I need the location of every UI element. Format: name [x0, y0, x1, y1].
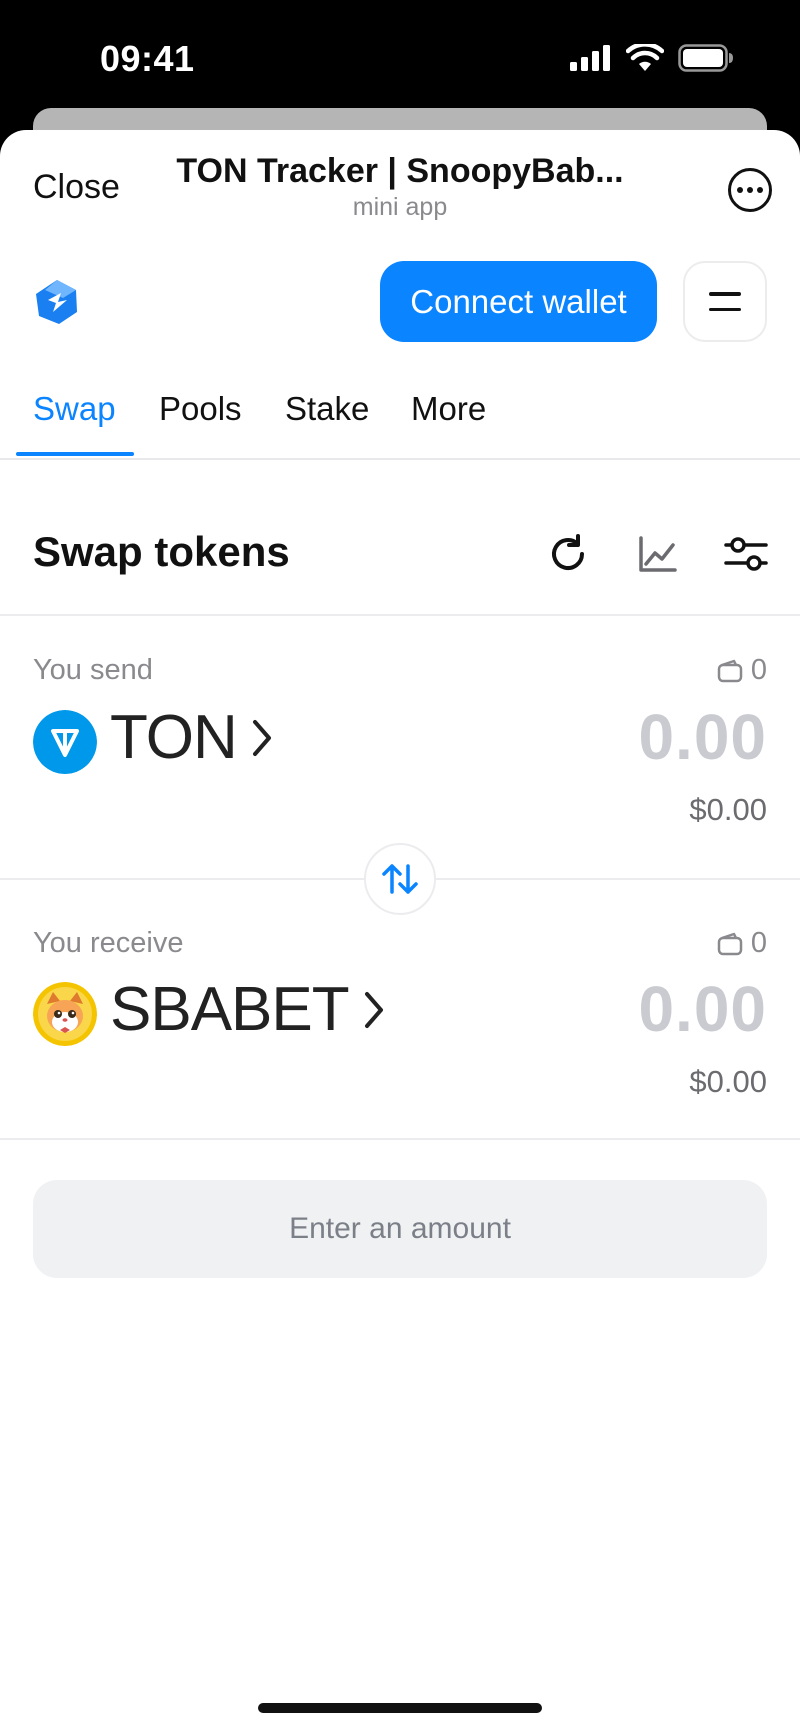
enter-amount-button[interactable]: Enter an amount [33, 1180, 767, 1278]
tab-bar: Swap Pools Stake More [0, 370, 800, 460]
swap-direction-button[interactable] [364, 843, 436, 915]
receive-token-selector[interactable]: SBABET [110, 974, 385, 1045]
tab-more[interactable]: More [411, 390, 486, 428]
chart-icon[interactable] [633, 530, 681, 578]
swap-direction-icon [382, 864, 418, 894]
send-label: You send [33, 654, 153, 686]
receive-usd-value: $0.00 [689, 1064, 767, 1099]
receive-balance-value: 0 [750, 927, 767, 959]
section-title: Swap tokens [33, 528, 290, 575]
send-token-selector[interactable]: TON [110, 702, 273, 773]
tab-swap[interactable]: Swap [33, 390, 116, 428]
divider [0, 1138, 800, 1140]
tab-pools[interactable]: Pools [159, 390, 242, 428]
wifi-icon [626, 44, 664, 71]
title-block: TON Tracker | SnoopyBab... mini app [165, 152, 635, 222]
wallet-icon [717, 659, 743, 682]
app-title: TON Tracker | SnoopyBab... [176, 152, 624, 190]
receive-label: You receive [33, 927, 184, 959]
close-button[interactable]: Close [33, 168, 120, 207]
status-bar: 09:41 [0, 0, 800, 120]
tab-stake[interactable]: Stake [285, 390, 369, 428]
telegram-header: Close TON Tracker | SnoopyBab... mini ap… [0, 130, 800, 240]
wallet-icon [717, 932, 743, 955]
active-tab-indicator [16, 452, 134, 456]
chevron-right-icon [364, 991, 383, 1028]
more-icon [737, 187, 743, 193]
home-indicator [258, 1703, 542, 1713]
menu-icon-line [709, 307, 741, 311]
send-usd-value: $0.00 [689, 792, 767, 827]
menu-button[interactable] [683, 261, 767, 342]
more-options-button[interactable] [728, 168, 772, 212]
receive-token-name: SBABET [110, 975, 350, 1044]
receive-balance: 0 [717, 927, 767, 960]
battery-icon [678, 44, 733, 72]
more-icon-dot [757, 187, 763, 193]
connect-wallet-button[interactable]: Connect wallet [380, 261, 657, 342]
sbabet-token-icon [33, 982, 97, 1046]
mini-app-sheet: Close TON Tracker | SnoopyBab... mini ap… [0, 130, 800, 1734]
receive-amount-input[interactable]: 0.00 [638, 972, 767, 1046]
divider [0, 614, 800, 616]
send-balance-value: 0 [750, 654, 767, 686]
send-amount-input[interactable]: 0.00 [638, 700, 767, 774]
menu-icon [709, 292, 741, 296]
chevron-right-icon [252, 719, 271, 756]
signal-icon [570, 45, 610, 71]
refresh-icon[interactable] [544, 530, 592, 578]
ton-logo-icon [33, 710, 97, 774]
logo-icon [36, 280, 77, 324]
app-subtitle: mini app [352, 193, 448, 221]
settings-sliders-icon[interactable] [722, 530, 770, 578]
status-icons [570, 44, 734, 72]
more-icon-dot [747, 187, 753, 193]
send-token-name: TON [110, 703, 238, 772]
send-balance: 0 [717, 654, 767, 687]
status-time: 09:41 [100, 38, 195, 79]
